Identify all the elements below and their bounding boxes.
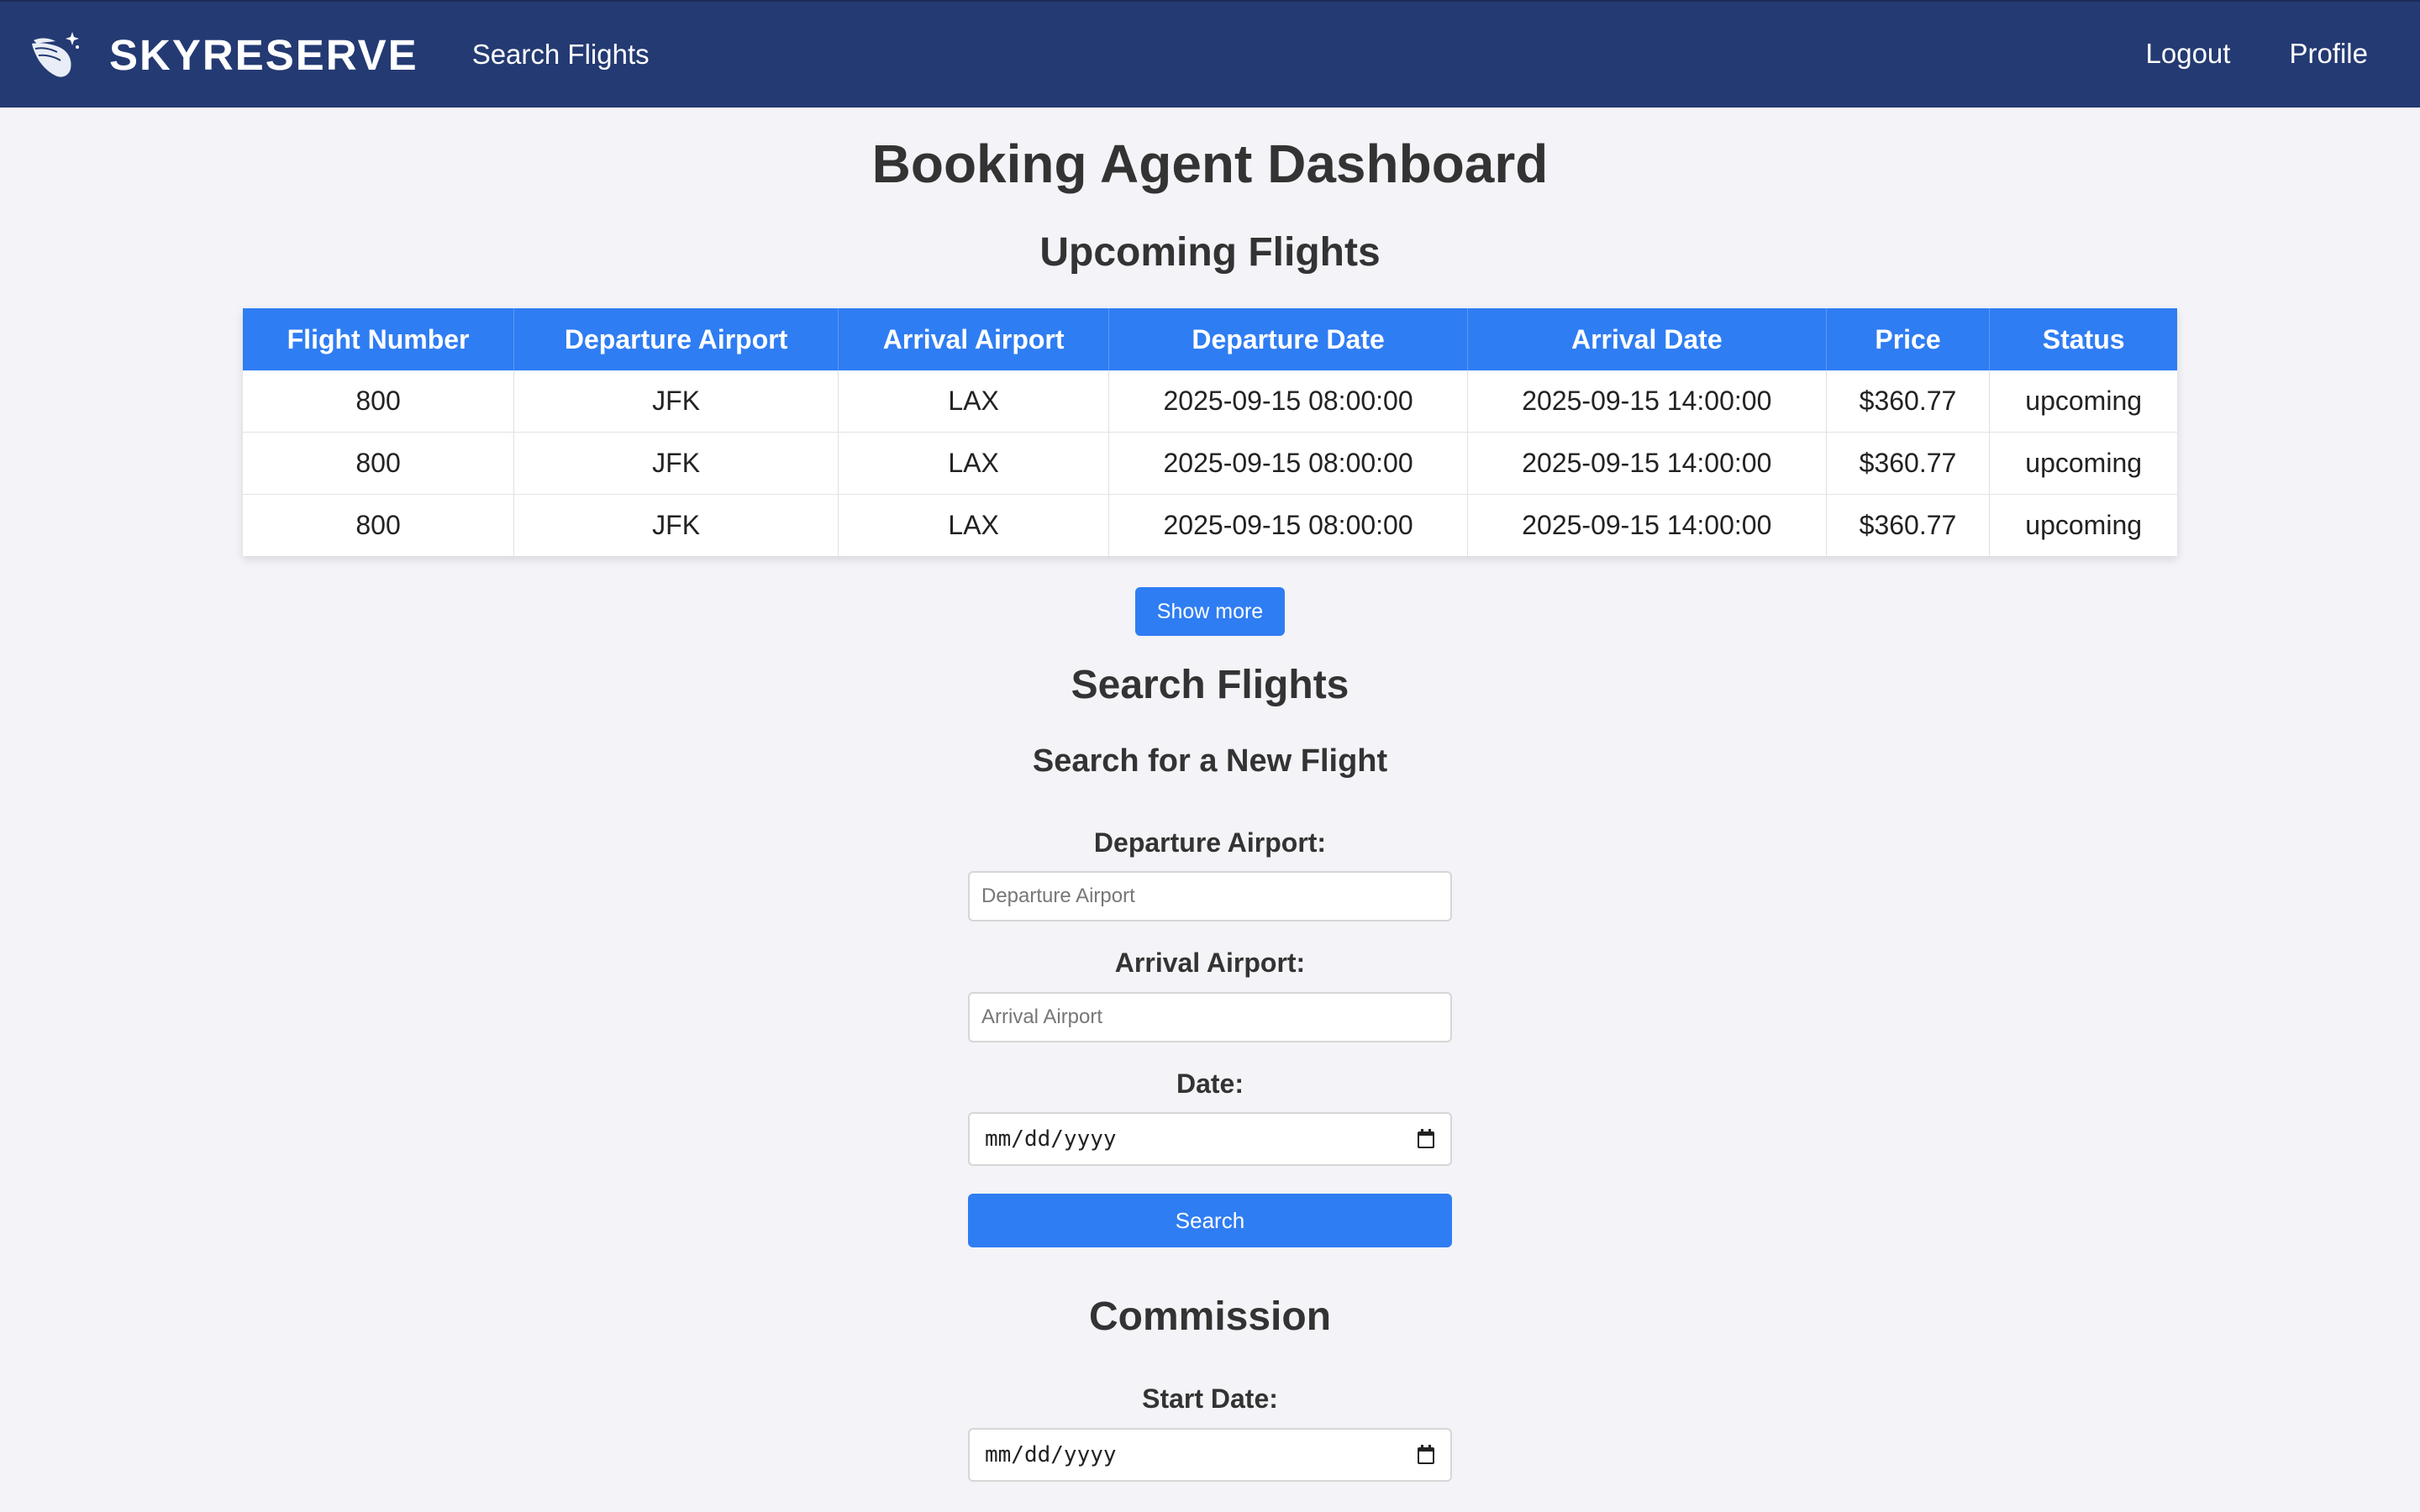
arrival-airport-label: Arrival Airport: [1114,948,1306,978]
nav-right-group: Logout Profile [2087,2,2368,106]
top-navbar: SKYRESERVE Search Flights Logout Profile [0,0,2420,108]
show-more-button[interactable]: Show more [1135,587,1285,636]
search-flights-title: Search Flights [1071,663,1349,707]
start-date-placeholder: mm/dd/yyyy [985,1442,1117,1467]
cell-departure-airport: JFK [513,494,839,556]
column-header: Departure Date [1108,308,1468,370]
date-input-placeholder: mm/dd/yyyy [985,1126,1117,1152]
cell-departure-airport: JFK [513,370,839,433]
upcoming-flights-table: Flight Number Departure Airport Arrival … [243,308,2177,556]
cell-flight-number: 800 [243,370,515,433]
column-header: Departure Airport [513,308,839,370]
cell-flight-number: 800 [243,432,515,495]
search-button[interactable]: Search [968,1194,1452,1247]
table-header-row: Flight Number Departure Airport Arrival … [243,308,2177,370]
departure-airport-input[interactable] [968,871,1452,921]
date-label: Date: [1176,1068,1244,1099]
cell-price: $360.77 [1826,370,1991,433]
table-row: 800 JFK LAX 2025-09-15 08:00:00 2025-09-… [243,370,2177,433]
nav-search-flights-link[interactable]: Search Flights [472,39,650,71]
brand[interactable]: SKYRESERVE [29,29,418,81]
column-header: Status [1989,308,2177,370]
column-header: Arrival Date [1467,308,1827,370]
departure-airport-label: Departure Airport: [1093,827,1327,858]
cell-arrival-date: 2025-09-15 14:00:00 [1467,370,1827,433]
cell-departure-airport: JFK [513,432,839,495]
cell-status: upcoming [2025,510,2143,540]
cell-price: $360.77 [1826,494,1991,556]
calendar-icon[interactable] [1417,1445,1435,1465]
cell-status: upcoming [1989,370,2177,433]
page-title: Booking Agent Dashboard [871,134,1549,194]
arrival-airport-input[interactable] [968,992,1452,1042]
search-new-flight-subtitle: Search for a New Flight [1032,743,1388,779]
cell-arrival-date: 2025-09-15 14:00:00 [1467,494,1827,556]
cell-arrival-airport: LAX [838,494,1110,556]
start-date-label: Start Date: [1142,1383,1278,1414]
cell-arrival-airport: LAX [838,370,1110,433]
cell-departure-date: 2025-09-15 08:00:00 [1108,432,1468,495]
cell-departure-date: 2025-09-15 08:00:00 [1108,370,1468,433]
cell-flight-number: 800 [243,494,515,556]
commission-title: Commission [1088,1294,1332,1339]
date-input[interactable]: mm/dd/yyyy [968,1112,1452,1166]
profile-link[interactable]: Profile [2289,38,2368,70]
table-row: 800 JFK LAX 2025-09-15 08:00:00 2025-09-… [243,432,2177,495]
calendar-icon[interactable] [1417,1129,1435,1149]
column-header: Arrival Airport [838,308,1110,370]
brand-name: SKYRESERVE [109,30,418,79]
cell-arrival-airport: LAX [838,432,1110,495]
column-header: Price [1826,308,1991,370]
upcoming-flights-title: Upcoming Flights [1039,230,1381,275]
cell-status: upcoming [1989,432,2177,495]
table-row: 800 JFK LAX 2025-09-15 08:00:00 2025-09-… [243,494,2177,556]
cell-departure-date: 2025-09-15 08:00:00 [1108,494,1468,556]
column-header: Flight Number [243,308,515,370]
cell-price: $360.77 [1826,432,1991,495]
logout-link[interactable]: Logout [2146,38,2231,70]
cell-arrival-date: 2025-09-15 14:00:00 [1467,432,1827,495]
start-date-input[interactable]: mm/dd/yyyy [968,1428,1452,1482]
wing-logo-icon [32,32,79,77]
